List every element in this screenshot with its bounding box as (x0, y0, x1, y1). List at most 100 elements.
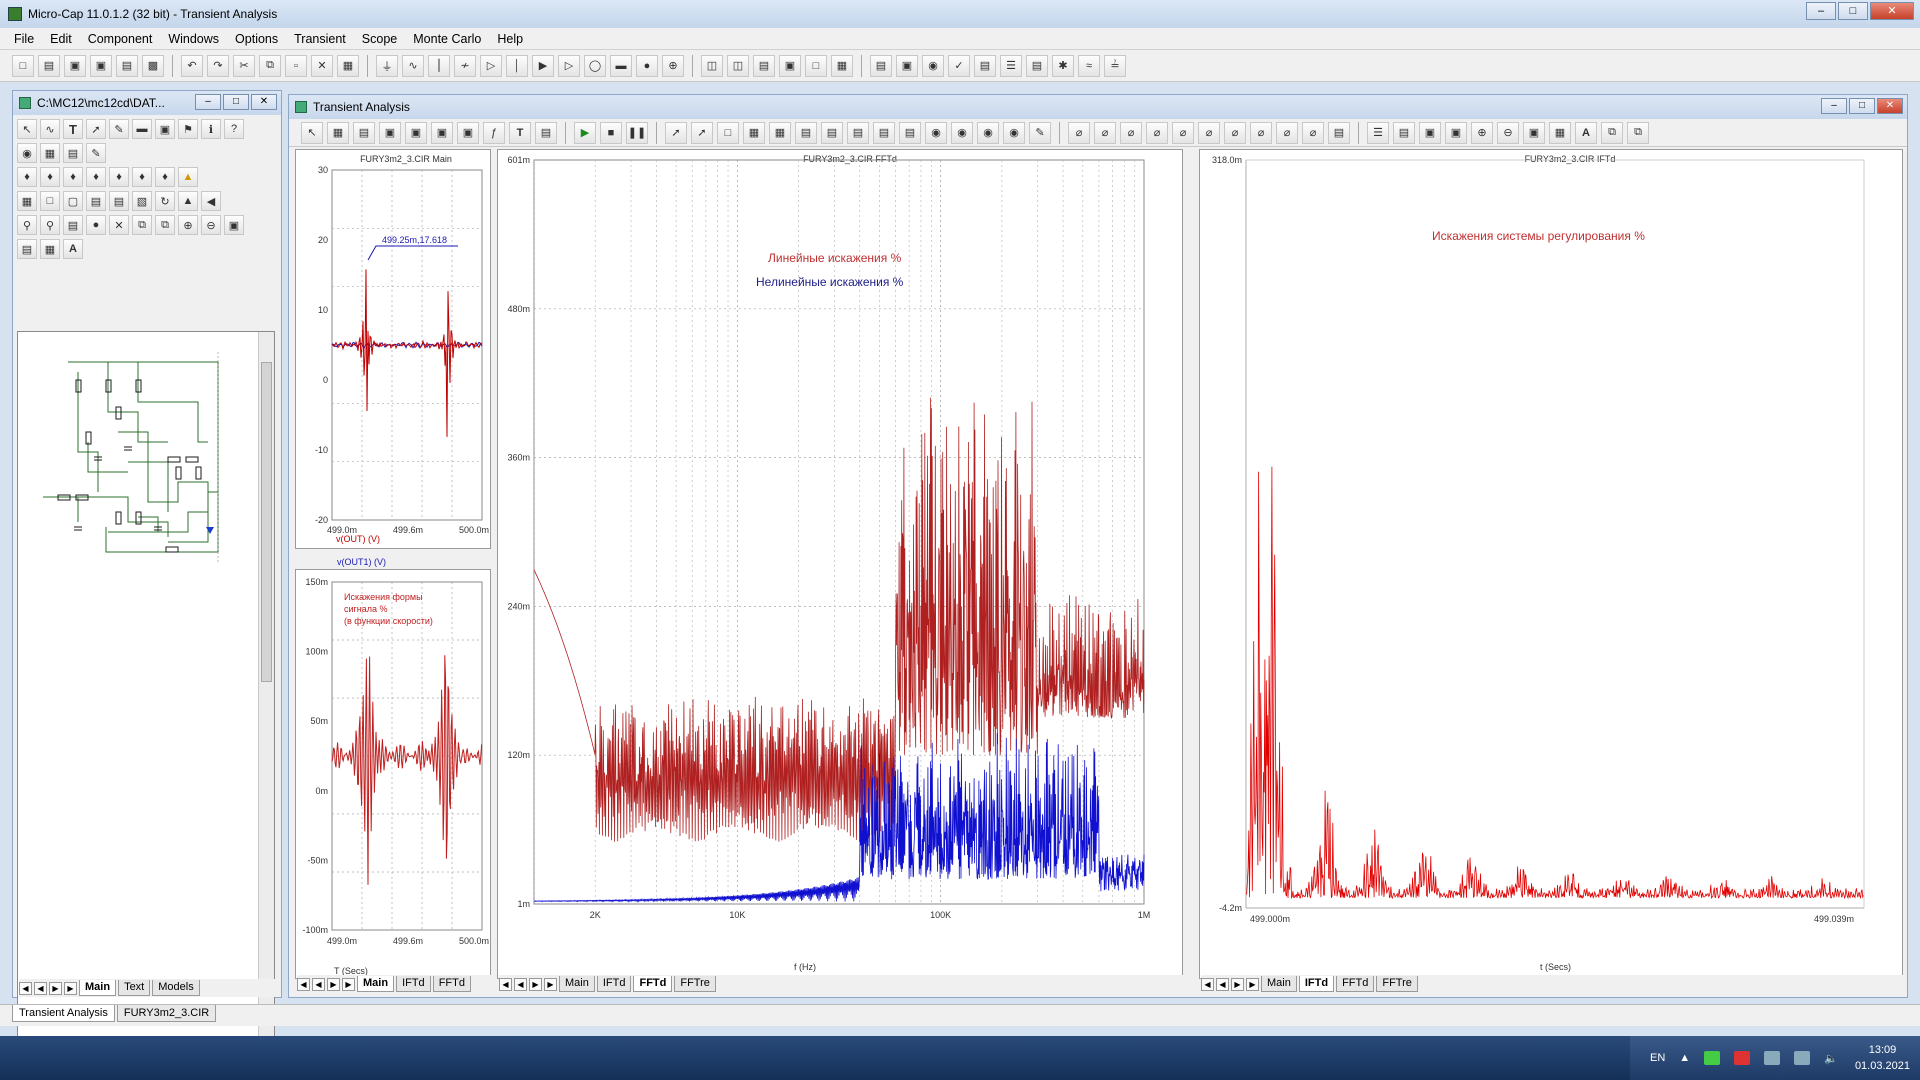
diagonal-wire-icon[interactable]: ➚ (86, 119, 106, 139)
font-grid-icon[interactable]: ▦ (40, 239, 60, 259)
minimize-button[interactable]: – (1806, 2, 1836, 20)
fft-last-icon[interactable]: ▶ (544, 977, 557, 991)
fit-icon[interactable]: ▣ (1419, 121, 1441, 144)
baseline-icon[interactable]: ▤ (795, 121, 817, 144)
list-icon[interactable]: ☰ (1367, 121, 1389, 144)
fft-prev-icon[interactable]: ◀ (514, 977, 527, 991)
clipboard-icon[interactable]: ▤ (63, 215, 83, 235)
resistor-icon[interactable]: ∿ (402, 54, 424, 77)
bus-icon[interactable]: ▬ (132, 119, 152, 139)
ift-tab-fftd[interactable]: FFTd (1336, 976, 1375, 992)
inflection-icon[interactable]: ⌀ (1172, 121, 1194, 144)
analysis-text-icon[interactable]: T (509, 121, 531, 144)
range-icon[interactable]: ▣ (1445, 121, 1467, 144)
axes-icon[interactable]: ▤ (353, 121, 375, 144)
stepping-icon[interactable]: ≟ (1104, 54, 1126, 77)
delete-icon[interactable]: ✕ (311, 54, 333, 77)
netlist-icon[interactable]: ▤ (1026, 54, 1048, 77)
data-points-icon[interactable]: ➚ (691, 121, 713, 144)
copy-graph-icon[interactable]: ⧉ (1601, 121, 1623, 144)
graph-zoom-icon[interactable]: ▣ (379, 121, 401, 144)
opamp-icon[interactable]: ▷ (558, 54, 580, 77)
print-icon[interactable]: ▩ (142, 54, 164, 77)
graph-zoom-out-icon[interactable]: ⊖ (1497, 121, 1519, 144)
label-icon[interactable]: ▤ (1328, 121, 1350, 144)
ift-tab-main[interactable]: Main (1261, 976, 1297, 992)
grid-toggle-icon[interactable]: ▦ (743, 121, 765, 144)
plot-main-time[interactable]: FURY3m2_3.CIR Main 30 20 10 0 -10 -20 499.0m 4… (295, 149, 491, 549)
find-component-icon[interactable]: ⚲ (40, 215, 60, 235)
last-page-icon[interactable]: ▶ (64, 981, 77, 995)
zoom-fit-icon[interactable]: ▣ (224, 215, 244, 235)
flag-tray-icon[interactable] (1764, 1051, 1781, 1065)
mirror-icon[interactable]: ▲ (178, 191, 198, 211)
plot-left-first-icon[interactable]: ◀ (297, 977, 310, 991)
flip-icon[interactable]: ◀ (201, 191, 221, 211)
run-icon[interactable]: ▶ (574, 121, 596, 144)
battery-tray-icon[interactable] (1704, 1051, 1721, 1065)
ift-last-icon[interactable]: ▶ (1246, 977, 1259, 991)
tile-vertical-icon[interactable]: ◫ (727, 54, 749, 77)
cascade-icon[interactable]: ◫ (701, 54, 723, 77)
tool-b-icon[interactable]: ▦ (40, 143, 60, 163)
volume-icon[interactable]: 🔈 (1824, 1052, 1838, 1065)
paste-window-icon[interactable]: ⧉ (155, 215, 175, 235)
paste-icon[interactable]: ▫ (285, 54, 307, 77)
menu-scope[interactable]: Scope (356, 32, 403, 46)
fft-first-icon[interactable]: ◀ (499, 977, 512, 991)
tool-a-icon[interactable]: ◉ (17, 143, 37, 163)
fft-tab-main[interactable]: Main (559, 976, 595, 992)
pin-markers-icon[interactable]: ♦ (155, 167, 175, 187)
analysis-grid-icon[interactable]: ▦ (1549, 121, 1571, 144)
overlap-icon[interactable]: ▣ (779, 54, 801, 77)
help-icon[interactable]: ? (224, 119, 244, 139)
schematic-canvas[interactable] (17, 331, 275, 1071)
ift-tab-iftd[interactable]: IFTd (1298, 976, 1335, 992)
scope-icon[interactable]: ▣ (431, 121, 453, 144)
menu-windows[interactable]: Windows (162, 32, 225, 46)
transient-restore-button[interactable]: □ (1849, 98, 1875, 114)
graphics-icon[interactable]: ▣ (155, 119, 175, 139)
layout-icon[interactable]: ▤ (17, 239, 37, 259)
tray-clock[interactable]: 13:09 01.03.2021 (1855, 1042, 1910, 1074)
title-block-icon[interactable]: ▤ (86, 191, 106, 211)
high-icon[interactable]: ⌀ (1120, 121, 1142, 144)
menu-options[interactable]: Options (229, 32, 284, 46)
ift-tab-fftre[interactable]: FFTre (1376, 976, 1418, 992)
npn-icon[interactable]: ▶ (532, 54, 554, 77)
window-icon[interactable]: □ (805, 54, 827, 77)
grid-icon[interactable]: ▦ (17, 191, 37, 211)
page-icon[interactable]: □ (40, 191, 60, 211)
zoom-in-icon[interactable]: ⊕ (178, 215, 198, 235)
ground-icon[interactable]: ⏚ (376, 54, 398, 77)
copy-icon[interactable]: ⧉ (259, 54, 281, 77)
fuse-icon[interactable]: ▬ (610, 54, 632, 77)
minor-grid-icon[interactable]: ▦ (769, 121, 791, 144)
animate-icon[interactable]: ◉ (925, 121, 947, 144)
open-folder-icon[interactable]: ▤ (38, 54, 60, 77)
wire-icon[interactable]: ∿ (40, 119, 60, 139)
plot-left-tab-fftd[interactable]: FFTd (432, 976, 471, 992)
currents-icon[interactable]: ♦ (63, 167, 83, 187)
peak-icon[interactable]: ⌀ (1068, 121, 1090, 144)
schematic-scrollbar-thumb[interactable] (261, 362, 272, 682)
find-icon[interactable]: ⚲ (17, 215, 37, 235)
source-icon[interactable]: ● (636, 54, 658, 77)
tab-models[interactable]: Models (152, 980, 200, 996)
analysis-graphics-icon[interactable]: ▤ (535, 121, 557, 144)
show-hidden-icons-icon[interactable]: ▲ (1679, 1052, 1690, 1064)
grid-text-icon[interactable]: ▧ (132, 191, 152, 211)
3d-icon[interactable]: ◉ (951, 121, 973, 144)
menu-help[interactable]: Help (491, 32, 529, 46)
plot-left-last-icon[interactable]: ▶ (342, 977, 355, 991)
component-library-icon[interactable]: ▤ (870, 54, 892, 77)
tab-main[interactable]: Main (79, 980, 117, 996)
window-tab-circuit[interactable]: FURY3m2_3.CIR (116, 1005, 217, 1022)
menu-transient[interactable]: Transient (288, 32, 352, 46)
fft-tab-fftre[interactable]: FFTre (674, 976, 716, 992)
window-tab-transient[interactable]: Transient Analysis (12, 1005, 115, 1022)
parts-list-icon[interactable]: ☰ (1000, 54, 1022, 77)
global-low-icon[interactable]: ⌀ (1224, 121, 1246, 144)
battery-icon[interactable]: │ (506, 54, 528, 77)
check-model-icon[interactable]: ✓ (948, 54, 970, 77)
